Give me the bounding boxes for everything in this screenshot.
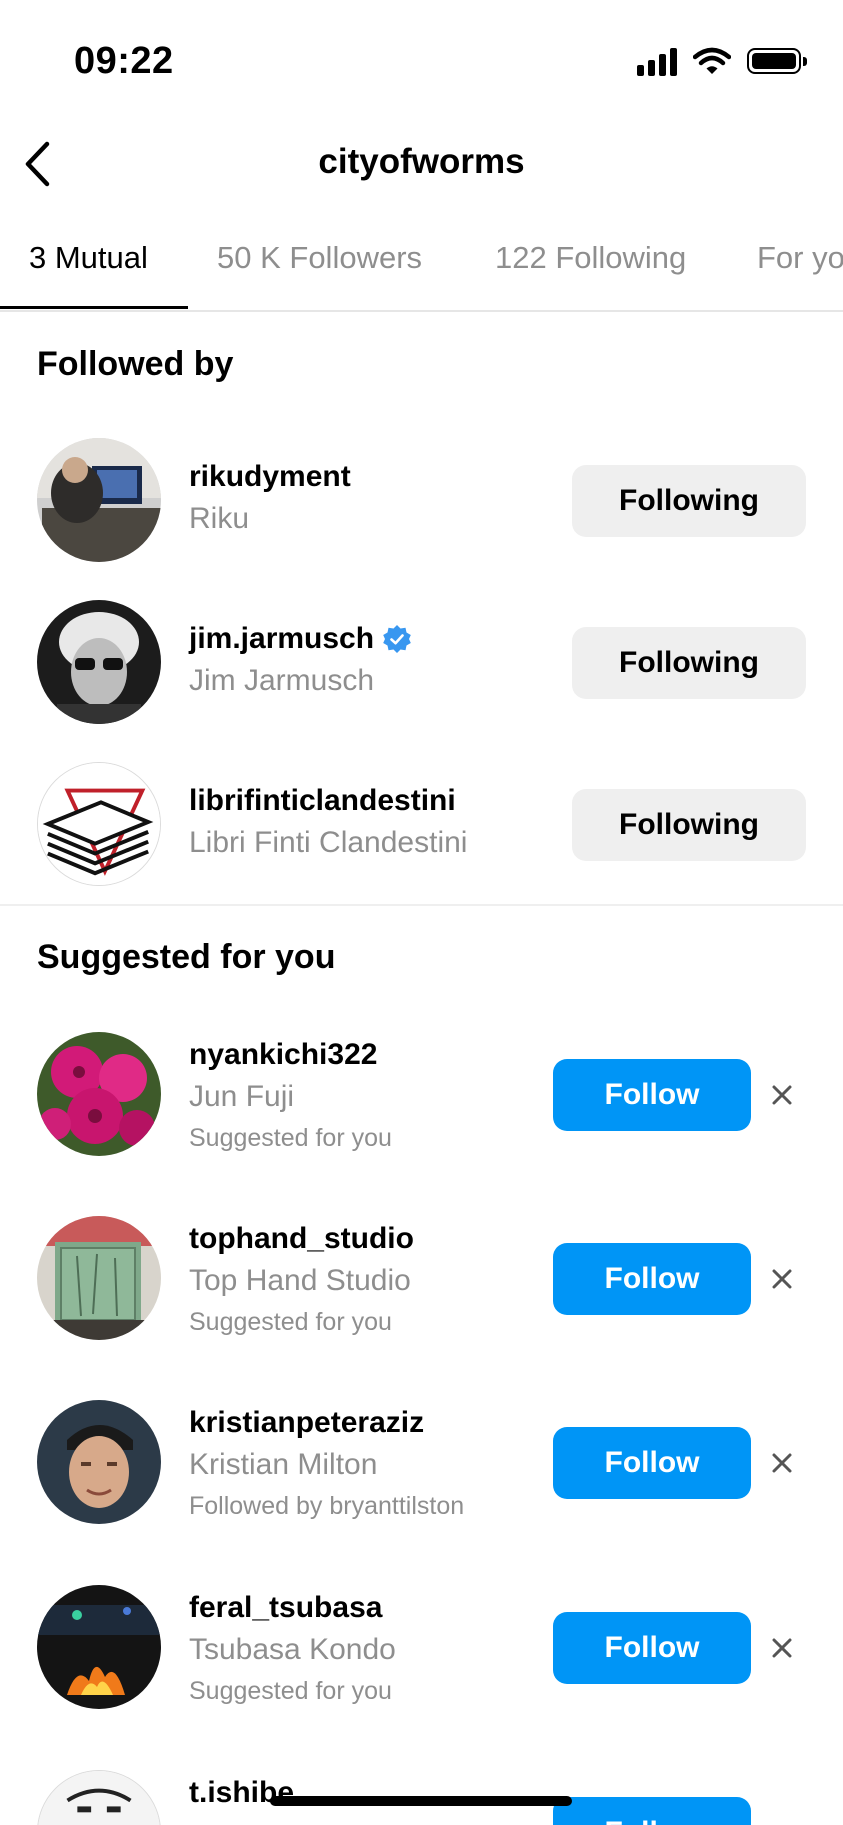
avatar[interactable] [37,1400,161,1524]
avatar[interactable] [37,1770,161,1825]
verified-badge-icon [383,625,411,653]
full-name: Jun Fuji [189,1080,295,1113]
tab-for-you[interactable]: For yo [757,240,843,276]
avatar[interactable] [37,1216,161,1340]
full-name: Kristian Milton [189,1448,378,1481]
battery-icon [747,48,807,74]
suggestion-reason: Suggested for you [189,1308,392,1336]
full-name: Jim Jarmusch [189,664,375,697]
avatar[interactable] [37,1585,161,1709]
avatar-image [37,1585,161,1709]
user-info: rikudyment Riku [189,460,351,536]
username[interactable]: nyankichi322 [189,1038,392,1072]
close-icon [772,1085,792,1105]
dismiss-button[interactable] [762,1259,802,1299]
username[interactable]: tophand_studio [189,1222,414,1256]
list-item: feral_tsubasa Tsubasa Kondo Suggested fo… [0,1585,843,1715]
avatar-image [37,438,161,562]
user-info: kristianpeteraziz Kristian Milton Follow… [189,1406,464,1521]
following-button[interactable]: Following [572,627,806,699]
avatar-image [37,1216,161,1340]
list-item: librifinticlandestini Libri Finti Clande… [0,762,843,892]
list-item: nyankichi322 Jun Fuji Suggested for you … [0,1032,843,1162]
avatar-image [38,763,160,885]
list-item: rikudyment Riku Following [0,438,843,568]
close-icon [772,1269,792,1289]
close-icon [772,1453,792,1473]
status-bar: 09:22 [0,0,843,110]
suggestion-reason: Suggested for you [189,1124,392,1152]
follow-button[interactable]: Follow [553,1612,751,1684]
suggestion-reason: Suggested for you [189,1677,392,1705]
close-icon [772,1638,792,1658]
full-name: Riku [189,502,250,535]
active-tab-indicator [0,306,188,309]
user-info: nyankichi322 Jun Fuji Suggested for you [189,1038,392,1153]
avatar[interactable] [37,600,161,724]
home-indicator [270,1796,572,1806]
cellular-signal-icon [637,46,677,76]
header: cityofworms [0,118,843,208]
avatar-image [37,600,161,724]
username-row: jim.jarmusch [189,622,412,656]
tab-following[interactable]: 122 Following [495,240,686,276]
avatar[interactable] [37,1032,161,1156]
user-info: feral_tsubasa Tsubasa Kondo Suggested fo… [189,1591,396,1706]
username[interactable]: feral_tsubasa [189,1591,396,1625]
follow-button[interactable]: Follow [553,1059,751,1131]
dismiss-button[interactable] [762,1075,802,1115]
following-button[interactable]: Following [572,789,806,861]
section-title-followed-by: Followed by [37,345,234,383]
user-info: tophand_studio Top Hand Studio Suggested… [189,1222,414,1337]
full-name: Top Hand Studio [189,1264,411,1297]
username[interactable]: librifinticlandestini [189,784,467,818]
list-item: jim.jarmusch Jim Jarmusch Following [0,600,843,730]
suggestion-reason: Followed by bryanttilston [189,1492,465,1520]
avatar[interactable] [37,762,161,886]
avatar-image [37,1400,161,1524]
full-name: Libri Finti Clandestini [189,826,468,859]
username[interactable]: kristianpeteraziz [189,1406,464,1440]
follow-button[interactable]: Follow [553,1797,751,1825]
list-item: tophand_studio Top Hand Studio Suggested… [0,1216,843,1346]
follow-button[interactable]: Follow [553,1427,751,1499]
status-time: 09:22 [74,40,174,82]
avatar-image [37,1032,161,1156]
wifi-icon [693,47,731,74]
section-title-suggested: Suggested for you [37,938,336,976]
tab-mutual[interactable]: 3 Mutual [29,240,148,276]
following-button[interactable]: Following [572,465,806,537]
dismiss-button[interactable] [762,1443,802,1483]
tab-followers[interactable]: 50 K Followers [217,240,422,276]
username[interactable]: rikudyment [189,460,351,494]
full-name: Tsubasa Kondo [189,1633,396,1666]
username[interactable]: jim.jarmusch [189,622,374,656]
list-item: kristianpeteraziz Kristian Milton Follow… [0,1400,843,1530]
tab-bar: 3 Mutual 50 K Followers 122 Following Fo… [0,210,843,312]
page-title: cityofworms [318,142,525,181]
dismiss-button[interactable] [762,1628,802,1668]
follow-button[interactable]: Follow [553,1243,751,1315]
user-info: jim.jarmusch Jim Jarmusch [189,622,412,698]
avatar-image [38,1771,160,1825]
avatar[interactable] [37,438,161,562]
section-divider [0,904,843,906]
user-info: librifinticlandestini Libri Finti Clande… [189,784,467,860]
status-icons [637,46,807,76]
